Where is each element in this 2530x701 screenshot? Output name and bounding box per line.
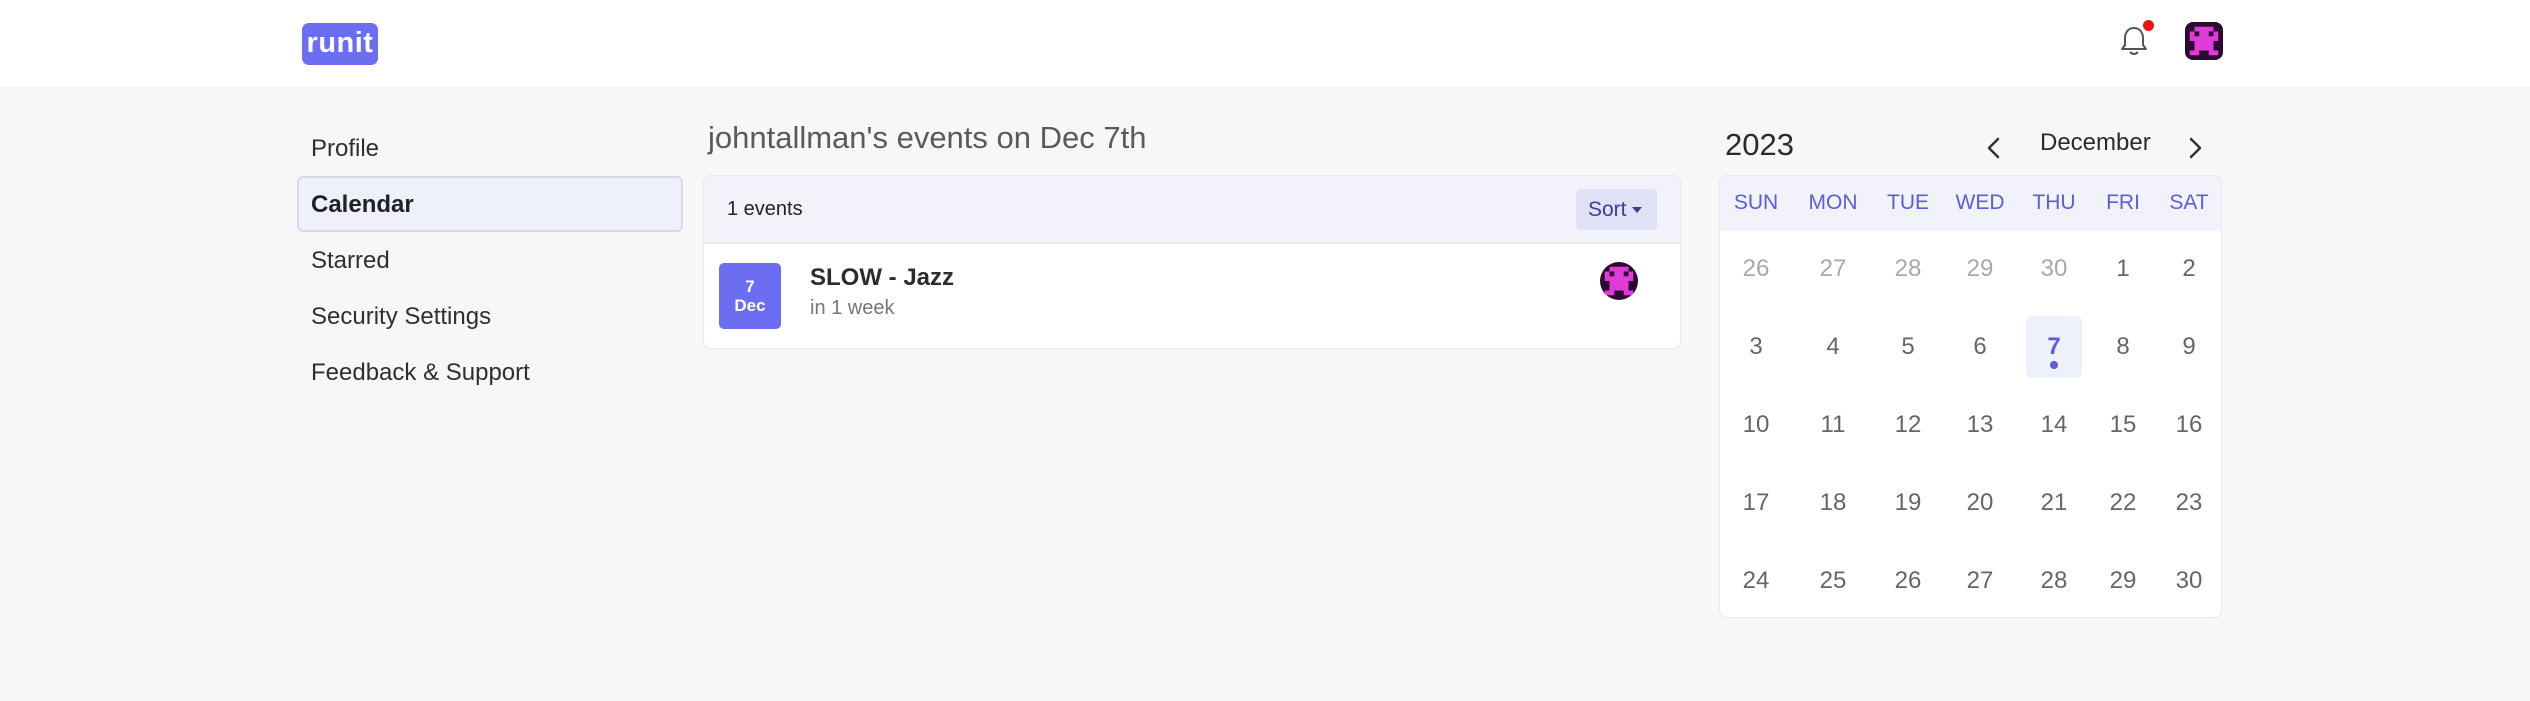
weekday-header: SUN MON TUE WED THU FRI SAT [1720, 176, 2221, 231]
weekday-label: FRI [2106, 191, 2140, 214]
events-count: 1 events [727, 198, 803, 220]
calendar-day[interactable]: 20 [1952, 472, 2008, 534]
calendar-day[interactable]: 4 [1805, 316, 1861, 378]
top-header: runit [0, 0, 2530, 87]
calendar-day[interactable]: 13 [1952, 394, 2008, 456]
calendar-day[interactable]: 28 [2026, 550, 2082, 612]
caret-down-icon [1631, 207, 1642, 214]
calendar-day[interactable]: 22 [2095, 472, 2151, 534]
runit-logo[interactable]: runit [302, 23, 378, 65]
sidebar-item-security-settings[interactable]: Security Settings [297, 288, 683, 344]
calendar-day[interactable]: 12 [1880, 394, 1936, 456]
calendar-day[interactable]: 30 [2161, 550, 2217, 612]
calendar-day[interactable]: 29 [2095, 550, 2151, 612]
calendar-day[interactable]: 3 [1728, 316, 1784, 378]
events-list-card: 1 events Sort 7 Dec SLOW - Jazz in 1 wee… [703, 175, 1681, 349]
calendar-day[interactable]: 30 [2026, 238, 2082, 300]
calendar-day[interactable]: 26 [1728, 238, 1784, 300]
sidebar-item-starred[interactable]: Starred [297, 232, 683, 288]
calendar-day[interactable]: 1 [2095, 238, 2151, 300]
calendar-day[interactable]: 8 [2095, 316, 2151, 378]
sort-dropdown-button[interactable]: Sort [1576, 189, 1657, 230]
calendar-day[interactable]: 15 [2095, 394, 2151, 456]
weekday-label: WED [1955, 191, 2005, 214]
calendar-day[interactable]: 11 [1805, 394, 1861, 456]
sidebar-item-calendar[interactable]: Calendar [297, 176, 683, 232]
weekday-label: SUN [1733, 191, 1779, 214]
calendar-day[interactable]: 2 [2161, 238, 2217, 300]
calendar-year: 2023 [1725, 127, 1794, 162]
calendar-day[interactable]: 27 [1805, 238, 1861, 300]
calendar-day[interactable]: 25 [1805, 550, 1861, 612]
calendar-day[interactable]: 21 [2026, 472, 2082, 534]
weekday-label: THU [2032, 191, 2076, 214]
event-date-badge: 7 Dec [719, 263, 781, 329]
event-date-day: 7 [745, 277, 755, 296]
calendar-day[interactable]: 27 [1952, 550, 2008, 612]
calendar-day[interactable]: 9 [2161, 316, 2217, 378]
event-indicator-dot [2050, 361, 2058, 369]
chevron-right-icon[interactable] [2183, 134, 2207, 162]
calendar-month: December [2040, 129, 2151, 156]
calendar-day[interactable]: 10 [1728, 394, 1784, 456]
event-row[interactable]: 7 Dec SLOW - Jazz in 1 week [704, 244, 1680, 348]
calendar-day[interactable]: 6 [1952, 316, 2008, 378]
month-calendar: SUN MON TUE WED THU FRI SAT 26 27 28 29 30 1 2… [1719, 175, 2222, 618]
weekday-label: SAT [2169, 191, 2209, 214]
chevron-left-icon[interactable] [1982, 134, 2006, 162]
calendar-day[interactable]: 14 [2026, 394, 2082, 456]
event-name[interactable]: SLOW - Jazz [810, 264, 954, 292]
calendar-day[interactable]: 16 [2161, 394, 2217, 456]
weekday-label: TUE [1887, 191, 1929, 214]
calendar-day[interactable]: 28 [1880, 238, 1936, 300]
calendar-day-selected[interactable]: 7 [2026, 316, 2082, 378]
calendar-day[interactable]: 5 [1880, 316, 1936, 378]
sort-label: Sort [1588, 198, 1627, 221]
settings-sidebar: Profile Calendar Starred Security Settin… [297, 120, 683, 400]
calendar-day[interactable]: 29 [1952, 238, 2008, 300]
calendar-day[interactable]: 17 [1728, 472, 1784, 534]
event-host-avatar[interactable] [1600, 262, 1638, 300]
user-avatar[interactable] [2185, 22, 2223, 60]
calendar-day[interactable]: 26 [1880, 550, 1936, 612]
calendar-day[interactable]: 24 [1728, 550, 1784, 612]
page-title: johntallman's events on Dec 7th [708, 120, 1147, 155]
calendar-day[interactable]: 23 [2161, 472, 2217, 534]
events-list-header: 1 events Sort [704, 176, 1680, 244]
calendar-day[interactable]: 18 [1805, 472, 1861, 534]
calendar-day[interactable]: 19 [1880, 472, 1936, 534]
event-date-month: Dec [734, 296, 766, 315]
sidebar-item-feedback-support[interactable]: Feedback & Support [297, 344, 683, 400]
notification-badge [2143, 20, 2154, 31]
weekday-label: MON [1808, 191, 1858, 214]
event-relative-time: in 1 week [810, 297, 895, 319]
sidebar-item-profile[interactable]: Profile [297, 120, 683, 176]
